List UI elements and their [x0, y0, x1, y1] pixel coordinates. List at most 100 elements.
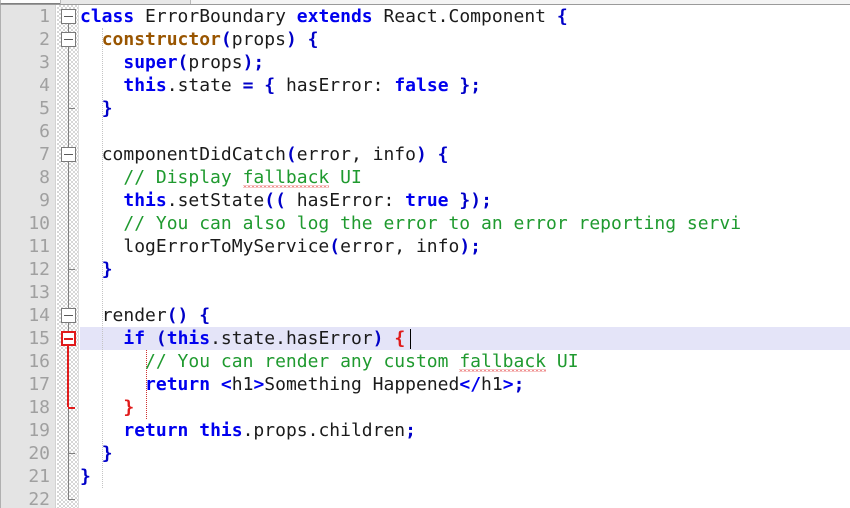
code-token: false — [394, 75, 449, 96]
code-token: extends — [296, 6, 373, 27]
code-token: componentDidCatch — [101, 144, 286, 165]
fold-range-end — [68, 269, 75, 270]
misspelled-word: fallback — [242, 167, 330, 188]
code-line[interactable]: this.setState(( hasError: true }); — [80, 189, 850, 212]
code-line[interactable]: // You can render any custom fallback UI — [80, 350, 850, 373]
code-token: React.Component — [383, 6, 547, 27]
code-line[interactable]: super(props); — [80, 51, 850, 74]
code-token: } — [459, 75, 471, 96]
code-line[interactable]: constructor(props) { — [80, 28, 850, 51]
code-line[interactable]: } — [80, 465, 850, 488]
code-token: } — [101, 259, 113, 280]
code-line[interactable]: if (this.state.hasError) { — [80, 327, 850, 350]
code-token: { — [264, 75, 276, 96]
fold-toggle-active-icon[interactable] — [61, 331, 76, 346]
code-token: true — [405, 190, 449, 211]
line-number: 20 — [28, 443, 50, 464]
line-number: 7 — [39, 144, 50, 165]
fold-range-end-active — [68, 407, 75, 409]
code-line[interactable]: this.state = { hasError: false }; — [80, 74, 850, 97]
fold-toggle-icon[interactable] — [61, 32, 76, 47]
code-editor[interactable]: 1 2 3 4 5 6 7 8 9 10 11 12 13 14 15 16 17 18 19 20 21 22 clas… — [0, 0, 850, 508]
code-line[interactable]: } — [80, 97, 850, 120]
code-token: ) — [459, 236, 471, 257]
fold-toggle-icon[interactable] — [61, 9, 76, 24]
code-token: > — [502, 374, 514, 395]
toolbar-segment-right — [190, 0, 850, 4]
line-number: 19 — [28, 420, 50, 441]
code-token: h1 — [231, 374, 254, 395]
code-line[interactable]: render() { — [80, 304, 850, 327]
code-line[interactable]: class ErrorBoundary extends React.Compon… — [80, 5, 850, 28]
line-number: 17 — [28, 374, 50, 395]
code-token: } — [80, 466, 91, 487]
code-content-area[interactable]: class ErrorBoundary extends React.Compon… — [80, 5, 850, 508]
code-line[interactable] — [80, 120, 850, 143]
code-line[interactable]: componentDidCatch(error, info) { — [80, 143, 850, 166]
code-token: ; — [470, 236, 482, 257]
line-number: 5 — [39, 98, 50, 119]
code-line[interactable]: // You can also log the error to an erro… — [80, 212, 850, 235]
code-token: > — [253, 374, 265, 395]
code-line[interactable] — [80, 281, 850, 304]
code-token: class — [80, 6, 135, 27]
code-line[interactable]: } — [80, 396, 850, 419]
code-line[interactable]: return <h1>Something Happened</h1>; — [80, 373, 850, 396]
line-number: 4 — [39, 75, 50, 96]
code-token: ( — [177, 52, 189, 73]
fold-toggle-icon[interactable] — [61, 308, 76, 323]
code-line[interactable]: return this.props.children; — [80, 419, 850, 442]
line-number: 3 — [39, 52, 50, 73]
code-token: . — [166, 75, 178, 96]
code-token: .state.hasError — [210, 328, 373, 349]
code-token: // Display — [123, 167, 243, 188]
fold-range-end — [68, 108, 75, 109]
code-token: ( — [285, 144, 297, 165]
code-token: () — [166, 305, 189, 326]
code-token: UI — [546, 351, 579, 372]
code-line[interactable]: } — [80, 442, 850, 465]
code-line[interactable]: logErrorToMyService(error, info); — [80, 235, 850, 258]
code-token: return — [145, 374, 211, 395]
line-number-gutter[interactable]: 1 2 3 4 5 6 7 8 9 10 11 12 13 14 15 16 17 18 19 20 21 22 — [0, 5, 56, 508]
code-token: } — [101, 98, 113, 119]
line-number: 9 — [39, 190, 50, 211]
code-folding-strip[interactable] — [57, 5, 79, 508]
code-token: ( — [155, 328, 167, 349]
code-token: UI — [329, 167, 362, 188]
fold-toggle-icon[interactable] — [61, 147, 76, 162]
code-token: } — [101, 443, 113, 464]
code-token: ) — [242, 52, 254, 73]
code-token: this — [199, 420, 243, 441]
line-number: 14 — [28, 305, 50, 326]
code-line[interactable] — [80, 488, 850, 508]
code-token: = — [242, 75, 254, 96]
code-token: ) — [285, 29, 297, 50]
code-token: (( — [264, 190, 286, 211]
code-line[interactable]: // Display fallback UI — [80, 166, 850, 189]
code-token: ( — [329, 236, 341, 257]
code-line[interactable]: } — [80, 258, 850, 281]
code-token: state — [177, 75, 232, 96]
code-token: error, info — [340, 236, 460, 257]
code-token: < — [220, 374, 232, 395]
